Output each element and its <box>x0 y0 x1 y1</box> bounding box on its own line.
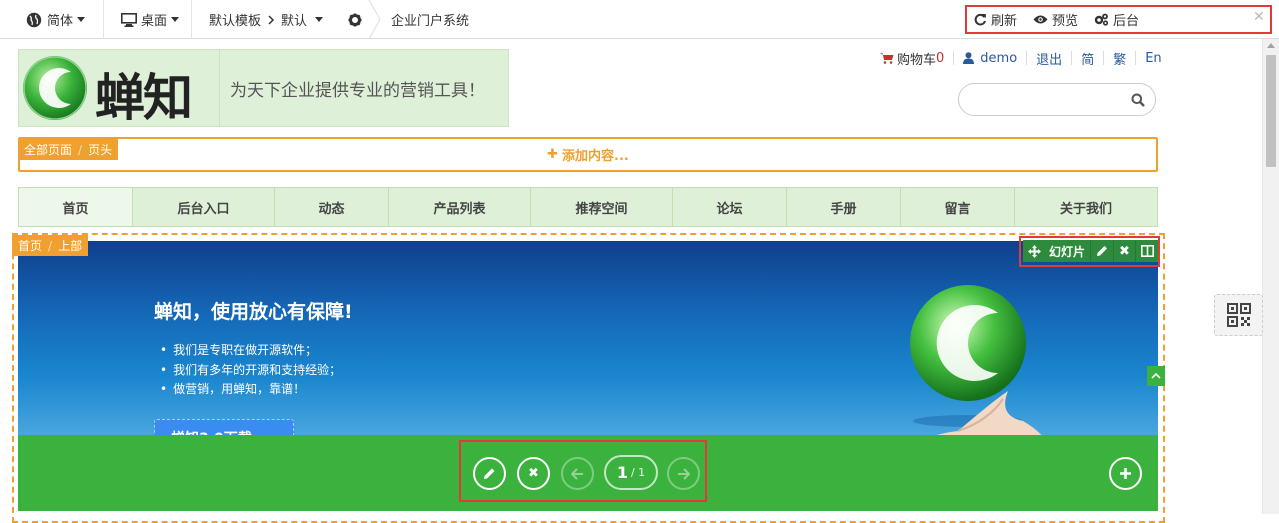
list-item: 我们是专职在做开源软件； <box>160 341 341 361</box>
plus-icon: ✚ <box>547 147 559 162</box>
logo-globe-hands-image <box>910 285 1042 435</box>
highlight-frame <box>459 440 707 502</box>
search-box <box>958 83 1156 116</box>
settings-button[interactable] <box>348 0 362 39</box>
device-dropdown[interactable]: 桌面 <box>121 0 180 39</box>
highlight-frame <box>1019 236 1160 267</box>
logo-brand-text: 蝉知 <box>95 69 193 127</box>
template-breadcrumb[interactable]: 默认模板 默认 <box>209 0 324 39</box>
crumb-all-pages[interactable]: 全部页面 <box>24 141 72 158</box>
cart-label: 购物车 <box>897 52 937 68</box>
chevron-down-icon <box>171 17 180 22</box>
search-icon[interactable] <box>1131 93 1145 107</box>
chevron-right-icon <box>268 14 275 25</box>
user-bar: 购物车 0 demo 退出 简 繁 En <box>880 48 1162 68</box>
template-label: 默认模板 <box>209 14 262 29</box>
crumb-header[interactable]: 页头 <box>88 141 112 158</box>
chevron-down-icon <box>315 17 324 22</box>
crumb-separator: / <box>78 142 83 157</box>
list-item: 做营销，用蝉知，靠谱！ <box>160 380 341 400</box>
logout-link[interactable]: 退出 <box>1036 49 1062 68</box>
language-label: 简体 <box>47 14 74 29</box>
divider <box>103 0 104 39</box>
language-dropdown[interactable]: 简体 <box>26 0 86 39</box>
desktop-icon <box>121 12 137 27</box>
site-name-label: 企业门户系统 <box>391 14 470 29</box>
nav-item-forum[interactable]: 论坛 <box>673 188 787 226</box>
divider <box>191 0 192 39</box>
globe-icon <box>26 12 42 27</box>
scrollbar[interactable] <box>1262 39 1279 514</box>
divider <box>1071 51 1073 65</box>
gear-icon <box>348 13 362 26</box>
side-expand-handle[interactable] <box>1147 366 1165 386</box>
scrollbar-thumb[interactable] <box>1266 55 1276 167</box>
nav-item-about[interactable]: 关于我们 <box>1015 188 1157 226</box>
divider <box>1135 51 1137 65</box>
nav-item-products[interactable]: 产品列表 <box>389 188 531 226</box>
user-icon <box>963 52 975 64</box>
nav-item-home[interactable]: 首页 <box>19 188 133 226</box>
list-item: 我们有多年的开源和支持经验； <box>160 361 341 381</box>
theme-label: 默认 <box>281 14 308 29</box>
breadcrumb-separator <box>368 0 381 39</box>
cart-link[interactable]: 购物车 0 <box>880 49 944 68</box>
site-name: 企业门户系统 <box>391 0 469 39</box>
nav-item-admin-entry[interactable]: 后台入口 <box>133 188 275 226</box>
site-logo[interactable]: 蝉知 为天下企业提供专业的营销工具！ <box>18 49 509 127</box>
shopping-cart-icon <box>880 53 894 64</box>
crumb-separator: / <box>48 238 53 253</box>
add-slide-button[interactable] <box>1109 457 1142 490</box>
highlight-frame <box>965 5 1272 34</box>
qr-code-icon <box>1226 303 1251 327</box>
logo-image: 蝉知 <box>19 50 219 127</box>
slide-bullet-list: 我们是专职在做开源软件； 我们有多年的开源和支持经验； 做营销，用蝉知，靠谱！ <box>160 341 341 400</box>
download-button[interactable]: 蝉知3.0下载 <box>154 419 294 435</box>
add-content-label: 添加内容... <box>562 149 629 164</box>
divider <box>1103 51 1105 65</box>
user-link[interactable]: demo <box>963 51 1017 66</box>
nav-item-manual[interactable]: 手册 <box>787 188 901 226</box>
crumb-home[interactable]: 首页 <box>18 237 42 254</box>
main-nav: 首页 后台入口 动态 产品列表 推荐空间 论坛 手册 留言 关于我们 <box>18 187 1158 227</box>
slide-region-breadcrumb: 首页 / 上部 <box>12 235 89 256</box>
chevron-down-icon <box>77 17 86 22</box>
lang-simplified-link[interactable]: 简 <box>1081 49 1094 68</box>
nav-item-message[interactable]: 留言 <box>901 188 1015 226</box>
plus-icon <box>1120 468 1131 479</box>
crumb-top[interactable]: 上部 <box>58 237 82 254</box>
qr-code-button[interactable] <box>1214 294 1263 336</box>
cart-count: 0 <box>936 50 945 66</box>
slide-banner[interactable]: 蝉知，使用放心有保障! 我们是专职在做开源软件； 我们有多年的开源和支持经验； … <box>18 241 1158 435</box>
header-breadcrumb: 全部页面 / 页头 <box>18 139 119 160</box>
lang-traditional-link[interactable]: 繁 <box>1113 49 1126 68</box>
search-input[interactable] <box>969 90 1129 110</box>
scroll-up-arrow-icon[interactable] <box>1267 43 1275 48</box>
slide-title: 蝉知，使用放心有保障! <box>154 301 353 323</box>
arrow-icon <box>1151 372 1161 379</box>
divider <box>953 51 955 65</box>
lang-english-link[interactable]: En <box>1145 51 1161 66</box>
add-content-button[interactable]: ✚ 添加内容... <box>20 139 1156 170</box>
logo-slogan: 为天下企业提供专业的营销工具！ <box>219 50 508 126</box>
nav-item-news[interactable]: 动态 <box>275 188 389 226</box>
device-label: 桌面 <box>141 14 168 29</box>
username: demo <box>980 50 1018 66</box>
header-block-area[interactable]: ✚ 添加内容... <box>18 137 1158 172</box>
nav-item-recommend[interactable]: 推荐空间 <box>531 188 673 226</box>
divider <box>1026 51 1028 65</box>
